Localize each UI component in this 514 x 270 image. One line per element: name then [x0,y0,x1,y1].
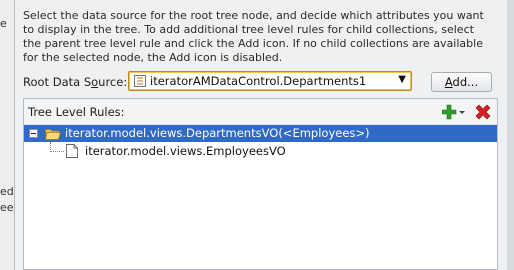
tree-level-rules-panel: Tree Level Rules: iterator.model.views.D… [23,98,498,270]
root-data-source-select[interactable]: iteratorAMDataControl.Departments1 ▼ [128,71,412,91]
background-window-edge: e ed ee [0,0,14,270]
tree-rule-label: iterator.model.views.DepartmentsVO(<Empl… [65,126,370,140]
data-control-icon [134,75,146,87]
background-text-fragment: ee [0,201,14,214]
chevron-down-icon[interactable]: ▼ [398,74,406,85]
add-data-source-button[interactable]: Add... [431,72,492,92]
tree-rule-employees[interactable]: iterator.model.views.EmployeesVO [24,143,497,160]
root-data-source-value: iteratorAMDataControl.Departments1 [150,74,367,88]
tree-rule-label: iterator.model.views.EmployeesVO [85,144,286,158]
background-window-edge-right [506,0,514,270]
add-rule-icon[interactable] [442,103,466,121]
delete-rule-icon[interactable] [474,103,492,121]
document-icon [66,144,78,158]
tree-level-rules-title: Tree Level Rules: [28,105,125,119]
background-text-fragment: e [0,17,7,30]
dialog-description: Select the data source for the root tree… [23,9,484,64]
tree-binding-dialog: Select the data source for the root tree… [14,0,507,270]
tree-rule-departments[interactable]: iterator.model.views.DepartmentsVO(<Empl… [24,125,497,142]
tree-level-rules-toolbar: Tree Level Rules: [24,99,497,125]
root-data-source-label: Root Data Source: [23,75,128,89]
folder-open-icon [45,129,61,140]
background-text-fragment: ed [0,185,14,198]
collapse-toggle-icon[interactable] [29,129,38,138]
